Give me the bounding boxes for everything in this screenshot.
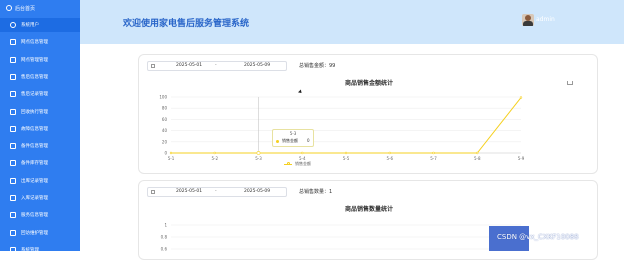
file-icon bbox=[10, 177, 16, 184]
user-icon bbox=[10, 22, 16, 28]
sidebar-item-label: 网点管理管理 bbox=[21, 57, 48, 63]
data-point bbox=[432, 151, 435, 155]
file-icon bbox=[10, 212, 16, 219]
sidebar-item-label: 回收执行管理 bbox=[21, 109, 48, 115]
sidebar-item-label: 服务信息管理 bbox=[21, 213, 48, 219]
data-point bbox=[256, 151, 261, 155]
sidebar-item[interactable]: 入库记录管理 bbox=[0, 191, 80, 205]
y-tick-label: 0.8 bbox=[161, 235, 168, 240]
sidebar-item-label: 系统用户 bbox=[21, 23, 39, 28]
chart-tooltip: 5-3 销售金额 0 bbox=[272, 129, 314, 147]
sidebar-item[interactable]: 回访维护管理 bbox=[0, 226, 80, 240]
data-point bbox=[344, 151, 348, 155]
sidebar-item-label: 网点信息管理 bbox=[21, 40, 48, 46]
legend-marker bbox=[284, 162, 292, 166]
x-tick-label: 5-5 bbox=[343, 156, 350, 161]
y-tick-label: 1 bbox=[164, 223, 167, 228]
sidebar-item-label: 售后信息管理 bbox=[21, 74, 48, 80]
data-point bbox=[519, 96, 523, 99]
sidebar-item[interactable]: 系统管理 bbox=[0, 243, 80, 257]
avatar[interactable] bbox=[522, 14, 534, 26]
sidebar-item-label: 系统管理 bbox=[21, 247, 39, 253]
sales-quantity-panel: 2025-05-01 - 2025-05-09 总销售数量：1 商品销售数量统计… bbox=[138, 180, 598, 260]
sidebar-item[interactable]: 网点管理管理 bbox=[0, 53, 80, 67]
sales-amount-chart: 0204060801005-1 5-2 5-3 5-4 5-5 5-6 5-7 5-8 5-9 bbox=[159, 95, 525, 162]
x-tick-label: 5-6 bbox=[386, 156, 393, 161]
sidebar-item[interactable]: 备件信息管理 bbox=[0, 139, 80, 153]
sidebar-item-label: 回访维护管理 bbox=[21, 230, 48, 236]
sidebar-item-label: 故障信息管理 bbox=[21, 126, 48, 132]
gear-icon bbox=[10, 246, 16, 253]
data-point bbox=[476, 151, 479, 155]
sidebar-item[interactable]: 回收执行管理 bbox=[0, 105, 80, 119]
file-icon bbox=[10, 73, 16, 80]
x-tick-label: 5-3 bbox=[255, 156, 262, 161]
sales-amount-panel: 2025-05-01 - 2025-05-09 总销售金额：99 商品销售金额统… bbox=[138, 54, 598, 174]
sidebar-item[interactable]: 服务信息管理 bbox=[0, 208, 80, 222]
sidebar-item[interactable]: 出库记录管理 bbox=[0, 174, 80, 188]
sidebar-item-label: 入库记录管理 bbox=[21, 196, 48, 201]
sidebar-brand-label: 后台首页 bbox=[15, 5, 36, 12]
sidebar-item[interactable]: 故障信息管理 bbox=[0, 122, 80, 136]
y-tick-label: 80 bbox=[162, 106, 168, 111]
sidebar-home[interactable]: 后台首页 bbox=[0, 0, 80, 16]
y-tick-label: 20 bbox=[162, 139, 168, 144]
legend-label: 销售金额 bbox=[295, 161, 311, 166]
y-tick-label: 100 bbox=[159, 95, 167, 100]
sidebar-item[interactable]: 网点信息管理 bbox=[0, 35, 80, 49]
sidebar-item-label: 出库记录管理 bbox=[21, 178, 48, 184]
sidebar-item[interactable]: 售后信息管理 bbox=[0, 70, 80, 84]
file-icon bbox=[10, 56, 16, 63]
y-tick-label: 0 bbox=[164, 151, 167, 156]
y-tick-label: 60 bbox=[162, 117, 168, 122]
x-tick-label: 5-1 bbox=[168, 156, 175, 161]
sidebar-item[interactable]: 备件库存管理 bbox=[0, 156, 80, 170]
tooltip-dot bbox=[276, 140, 279, 143]
series-line bbox=[171, 97, 522, 154]
watermark: CSDN @vx_CXKF10088 bbox=[497, 233, 579, 241]
file-icon bbox=[10, 39, 16, 46]
sidebar-item-label: 备件库存管理 bbox=[21, 161, 48, 167]
x-tick-label: 5-7 bbox=[430, 156, 437, 161]
sidebar-item-label: 售后记录管理 bbox=[21, 92, 48, 98]
header: 欢迎使用家电售后服务管理系统 admin bbox=[80, 0, 624, 44]
file-icon bbox=[10, 160, 16, 167]
file-icon bbox=[10, 91, 16, 98]
sales-quantity-chart: 10.80.6 bbox=[161, 223, 521, 252]
x-tick-label: 5-8 bbox=[474, 156, 481, 161]
tooltip-value: 0 bbox=[307, 138, 310, 143]
tooltip-series: 销售金额 bbox=[282, 138, 298, 143]
data-point bbox=[213, 151, 216, 155]
x-tick-label: 5-2 bbox=[211, 156, 218, 161]
data-point bbox=[301, 151, 304, 155]
file-icon bbox=[10, 125, 16, 132]
file-icon bbox=[10, 229, 16, 236]
username[interactable]: admin bbox=[536, 16, 555, 23]
data-point bbox=[169, 151, 173, 155]
x-tick-label: 5-9 bbox=[518, 156, 525, 161]
home-icon bbox=[6, 5, 12, 11]
sidebar-item[interactable]: 系统用户 bbox=[0, 18, 80, 32]
tooltip-header: 5-3 bbox=[289, 131, 297, 136]
file-icon bbox=[10, 143, 16, 150]
y-tick-label: 40 bbox=[162, 128, 168, 133]
page-title: 欢迎使用家电售后服务管理系统 bbox=[123, 19, 250, 29]
file-icon bbox=[10, 195, 16, 201]
sidebar-item[interactable]: 售后记录管理 bbox=[0, 87, 80, 101]
file-icon bbox=[10, 108, 16, 115]
chart-legend[interactable]: 销售金额 bbox=[284, 161, 311, 167]
sidebar-item-label: 备件信息管理 bbox=[21, 144, 48, 150]
sidebar: 后台首页 系统用户网点信息管理 网点管理管理 售后信息管理 售后记录管理 回收执行管理故… bbox=[0, 0, 80, 253]
data-point bbox=[388, 151, 391, 155]
